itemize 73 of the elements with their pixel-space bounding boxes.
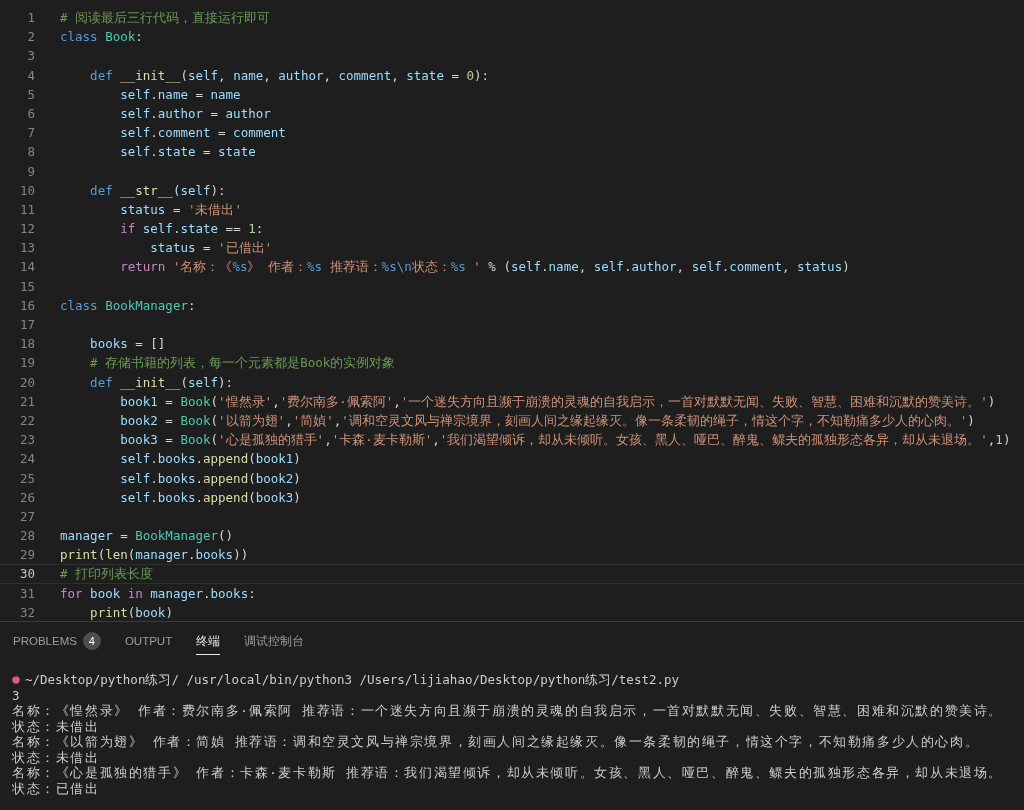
- code-line: book3 = Book('心是孤独的猎手','卡森·麦卡勒斯','我们渴望倾诉，却从未倾听。女孩、黑人、哑巴、醉鬼、鳏夫的孤独形态各异，却从未退场。',1): [119, 431, 1012, 450]
- terminal-output: 名称：《心是孤独的猎手》 作者：卡森·麦卡勒斯 推荐语：我们渴望倾诉，却从未倾听。女孩、黑人、哑巴、醉鬼、鳏夫的孤独形态各异，却从未退场。: [12, 765, 1004, 781]
- line-number: 19: [18, 354, 35, 373]
- line-number: 31: [18, 584, 35, 603]
- code-line: self.name = name: [119, 85, 242, 104]
- code-line: for book in manager.books:: [60, 584, 257, 603]
- line-number: 23: [18, 431, 35, 450]
- line-number: 29: [18, 546, 35, 565]
- code-line: self.author = author: [119, 104, 272, 123]
- line-number: 5: [26, 85, 35, 104]
- line-number: 20: [18, 373, 35, 392]
- code-line: self.state = state: [119, 143, 257, 162]
- code-line: class BookManager:: [60, 296, 197, 315]
- line-number: 18: [18, 335, 35, 354]
- line-number: 10: [18, 181, 35, 200]
- line-number: 7: [26, 124, 35, 143]
- line-number: 11: [18, 200, 35, 219]
- terminal-output: 名称：《以箭为翅》 作者：简媜 推荐语：调和空灵文风与禅宗境界，刻画人间之缘起缘灭。像一条柔韧的绳子，情这个字，不知勒痛多少人的心肉。: [12, 734, 981, 750]
- line-number: 28: [18, 527, 35, 546]
- code-line: self.books.append(book2): [119, 469, 302, 488]
- code-line: self.comment = comment: [119, 124, 287, 143]
- line-number: 6: [26, 104, 35, 123]
- line-number: 24: [18, 450, 35, 469]
- code-line: self.books.append(book1): [119, 450, 302, 469]
- count-badge: 4: [82, 632, 101, 650]
- line-number: 16: [18, 296, 35, 315]
- line-number: 4: [26, 66, 35, 85]
- line-number: 32: [18, 603, 35, 622]
- line-number: 3: [26, 47, 35, 66]
- terminal-output: 3: [12, 687, 23, 703]
- code-line: book1 = Book('惶然录','费尔南多·佩索阿','一个迷失方向且濒于崩溃的灵魂的自我启示，一首对默默无闻、失败、智慧、困难和沉默的赞美诗。'): [119, 392, 997, 411]
- code-line: class Book:: [60, 28, 144, 47]
- code-line: print(book): [89, 603, 174, 622]
- code-line: status = '已借出': [149, 239, 274, 258]
- terminal-output: 状态：未借出: [12, 749, 101, 765]
- line-number: 22: [18, 411, 35, 430]
- line-number: 27: [18, 507, 35, 526]
- line-number: 15: [18, 277, 35, 296]
- line-number: 17: [18, 316, 35, 334]
- line-number: 30: [18, 565, 35, 583]
- terminal-command: ~/Desktop/python练习/ /usr/local/bin/python3 /Users/lijiahao/Desktop/python练习/test2.py: [25, 672, 680, 688]
- panel-tab[interactable]: 调试控制台: [244, 627, 305, 655]
- terminal-output: 名称：《惶然录》 作者：费尔南多·佩索阿 推荐语：一个迷失方向且濒于崩溃的灵魂的自我启示，一首对默默无闻、失败、智慧、困难和沉默的赞美诗。: [12, 703, 1004, 719]
- code-line: def __init__(self):: [89, 373, 235, 392]
- line-number: 13: [18, 239, 35, 258]
- line-number: 1: [26, 9, 35, 27]
- code-line: def __init__(self, name, author, comment, state = 0):: [89, 66, 491, 85]
- apple-icon: [12, 675, 20, 685]
- code-line: # 打印列表长度: [60, 565, 155, 583]
- code-line: # 阅读最后三行代码，直接运行即可: [60, 9, 272, 27]
- code-line: # 存储书籍的列表，每一个元素都是Book的实例对象: [89, 354, 397, 373]
- line-number: 2: [26, 28, 35, 47]
- code-line: print(len(manager.books)): [60, 546, 250, 565]
- line-number: 26: [18, 488, 35, 507]
- code-line: return '名称：《%s》 作者：%s 推荐语：%s\n状态：%s ' % (self.name, self.author, self.comment, status): [119, 258, 851, 277]
- terminal-output: 状态：已借出: [12, 780, 101, 796]
- line-number: 14: [18, 258, 35, 277]
- panel-tab[interactable]: OUTPUT: [124, 629, 173, 653]
- code-line: self.books.append(book3): [119, 488, 302, 507]
- panel-tab[interactable]: PROBLEMS 4: [13, 626, 101, 656]
- code-line: def __str__(self):: [89, 181, 227, 200]
- code-line: if self.state == 1:: [119, 220, 265, 239]
- code-line: status = '未借出': [119, 200, 243, 219]
- panel-tab[interactable]: 终端: [196, 627, 221, 655]
- line-number: 25: [18, 469, 35, 488]
- code-line: books = []: [89, 335, 167, 354]
- line-number: 21: [18, 392, 35, 411]
- terminal-output: 状态：未借出: [12, 718, 101, 734]
- code-line: book2 = Book('以箭为翅','简媜','调和空灵文风与禅宗境界，刻画人间之缘起缘灭。像一条柔韧的绳子，情这个字，不知勒痛多少人的心肉。'): [119, 411, 976, 430]
- line-number: 12: [18, 220, 35, 239]
- line-number: 8: [26, 143, 35, 162]
- code-line: manager = BookManager(): [60, 527, 235, 546]
- line-number: 9: [26, 162, 35, 181]
